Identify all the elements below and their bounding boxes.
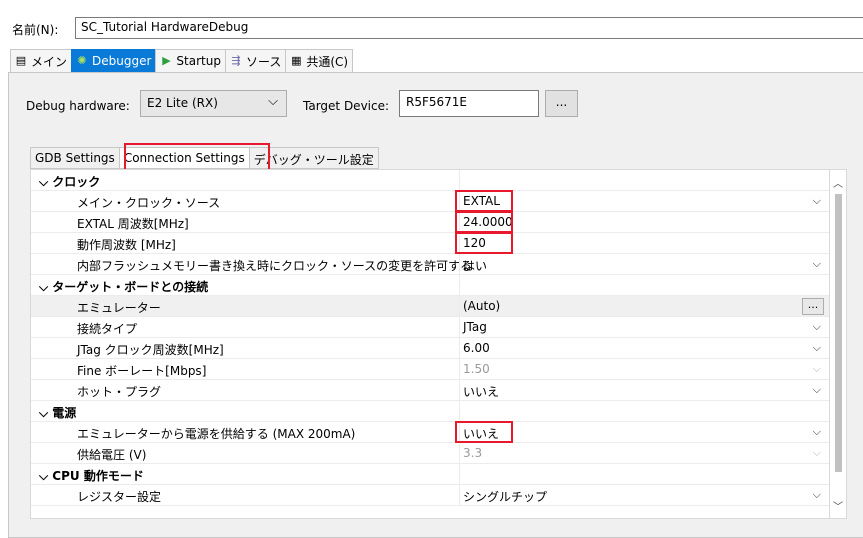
jtag-freq-label: JTag クロック周波数[MHz] (77, 343, 224, 357)
property-row[interactable]: EXTAL 周波数[MHz] 24.0000 (31, 212, 829, 233)
main-clock-source-value[interactable]: EXTAL (463, 194, 500, 208)
tab-startup[interactable]: ▶ Startup (155, 49, 225, 73)
launch-config-tabs: ▤ メイン ✺ Debugger ▶ Startup ⇶ ソース ▦ 共通(C) (10, 49, 354, 73)
supply-power-value[interactable]: いいえ (463, 425, 499, 442)
chevron-up-icon[interactable]: ︿ (833, 175, 843, 190)
chevron-down-icon: ⌵ (39, 469, 49, 483)
tab-debugger-label: Debugger (92, 54, 152, 68)
name-row: 名前(N): SC_Tutorial HardwareDebug (0, 0, 863, 44)
property-row[interactable]: 接続タイプ JTag ⌵ (31, 317, 829, 338)
category-cpu-mode[interactable]: ⌵ CPU 動作モード (31, 464, 829, 485)
category-cpu-label: CPU 動作モード (52, 469, 144, 483)
target-device-browse-button[interactable]: ... (545, 90, 578, 117)
flash-clock-change-label: 内部フラッシュメモリー書き換え時にクロック・ソースの変更を許可する (77, 259, 473, 273)
extal-freq-value[interactable]: 24.0000 (463, 215, 513, 229)
chevron-down-icon[interactable]: ⌵ (813, 320, 821, 334)
property-grid-scrollbar[interactable]: ︿ ﹀ (830, 169, 847, 519)
hot-plug-label: ホット・プラグ (77, 385, 162, 399)
name-label: 名前(N): (12, 23, 59, 37)
tab-common[interactable]: ▦ 共通(C) (285, 49, 354, 73)
chevron-down-icon: ⌵ (268, 94, 278, 109)
target-device-label: Target Device: (303, 99, 390, 113)
property-row[interactable]: 内部フラッシュメモリー書き換え時にクロック・ソースの変更を許可する はい ⌵ (31, 254, 829, 275)
debug-hardware-label: Debug hardware: (26, 99, 130, 113)
emulator-value[interactable]: (Auto) (463, 299, 500, 313)
property-row[interactable]: メイン・クロック・ソース EXTAL ⌵ (31, 191, 829, 212)
property-row[interactable]: 動作周波数 [MHz] 120 (31, 233, 829, 254)
chevron-down-icon: ⌵ (39, 280, 49, 294)
flash-clock-change-value[interactable]: はい (463, 257, 487, 274)
hot-plug-value[interactable]: いいえ (463, 383, 499, 400)
property-row[interactable]: エミュレーターから電源を供給する (MAX 200mA) いいえ ⌵ (31, 422, 829, 443)
op-freq-value[interactable]: 120 (463, 236, 486, 250)
supply-power-label: エミュレーターから電源を供給する (MAX 200mA) (77, 427, 356, 441)
chevron-down-icon: ⌵ (812, 446, 821, 459)
chevron-down-icon[interactable]: ⌵ (813, 383, 821, 397)
chevron-down-icon: ⌵ (39, 406, 49, 420)
chevron-down-icon[interactable]: ⌵ (813, 194, 821, 208)
chevron-down-icon[interactable]: ⌵ (813, 488, 821, 502)
tab-debug-tool-settings[interactable]: デバッグ・ツール設定 (248, 147, 379, 169)
chevron-down-icon[interactable]: ﹀ (833, 498, 843, 513)
tab-debugger[interactable]: ✺ Debugger (71, 49, 156, 73)
property-row: Fine ボーレート[Mbps] 1.50 ⌵ (31, 359, 829, 380)
property-row: 供給電圧 (V) 3.3 ⌵ (31, 443, 829, 464)
tab-gdb-settings[interactable]: GDB Settings (30, 147, 119, 169)
chevron-down-icon[interactable]: ⌵ (813, 425, 821, 439)
chevron-down-icon: ⌵ (39, 175, 49, 189)
chevron-down-icon[interactable]: ⌵ (813, 341, 821, 355)
name-input[interactable]: SC_Tutorial HardwareDebug (75, 17, 863, 39)
scrollbar-thumb[interactable] (835, 194, 842, 472)
common-icon: ▦ (291, 54, 302, 67)
chevron-down-icon: ⌵ (812, 362, 821, 375)
property-row[interactable]: エミュレーター (Auto) ... (31, 296, 829, 317)
play-icon: ▶ (162, 54, 171, 67)
emulator-label: エミュレーター (77, 301, 161, 315)
fine-baud-label: Fine ボーレート[Mbps] (77, 364, 207, 378)
property-grid: ⌵ クロック メイン・クロック・ソース EXTAL ⌵ EXTAL 周波数[MH… (30, 169, 830, 519)
target-device-input[interactable]: R5F5671E (399, 90, 539, 117)
tab-main-label: メイン (31, 54, 68, 69)
category-target-connection[interactable]: ⌵ ターゲット・ボードとの接続 (31, 275, 829, 296)
property-row[interactable]: JTag クロック周波数[MHz] 6.00 ⌵ (31, 338, 829, 359)
category-clock-label: クロック (52, 175, 101, 189)
main-clock-source-label: メイン・クロック・ソース (77, 196, 221, 210)
tab-source[interactable]: ⇶ ソース (224, 49, 286, 73)
jtag-freq-value[interactable]: 6.00 (463, 341, 490, 355)
debugger-sub-tabs: GDB Settings Connection Settings デバッグ・ツー… (30, 147, 379, 169)
register-setting-value[interactable]: シングルチップ (463, 488, 547, 505)
document-icon: ▤ (15, 54, 27, 67)
connection-type-label: 接続タイプ (77, 322, 138, 336)
tab-common-label: 共通(C) (306, 54, 349, 69)
debug-hardware-select[interactable]: E2 Lite (RX) ⌵ (140, 90, 287, 117)
supply-voltage-label: 供給電圧 (V) (77, 448, 147, 462)
chevron-down-icon[interactable]: ⌵ (813, 257, 821, 271)
connection-type-value[interactable]: JTag (463, 320, 487, 334)
bug-icon: ✺ (77, 54, 87, 67)
source-icon: ⇶ (231, 54, 241, 67)
emulator-browse-button[interactable]: ... (802, 298, 824, 315)
extal-freq-label: EXTAL 周波数[MHz] (77, 217, 189, 231)
tab-main[interactable]: ▤ メイン (10, 49, 72, 73)
op-freq-label: 動作周波数 [MHz] (77, 238, 176, 252)
property-row[interactable]: レジスター設定 シングルチップ ⌵ (31, 485, 829, 506)
supply-voltage-value: 3.3 (463, 446, 483, 460)
category-power-label: 電源 (52, 406, 77, 420)
fine-baud-value: 1.50 (463, 362, 490, 376)
debug-hardware-value: E2 Lite (RX) (147, 96, 218, 110)
category-target-label: ターゲット・ボードとの接続 (52, 280, 209, 294)
category-power[interactable]: ⌵ 電源 (31, 401, 829, 422)
tab-startup-label: Startup (176, 54, 221, 68)
category-clock[interactable]: ⌵ クロック (31, 170, 829, 191)
register-setting-label: レジスター設定 (77, 490, 162, 504)
tab-connection-settings[interactable]: Connection Settings (118, 147, 249, 169)
tab-source-label: ソース (245, 54, 282, 69)
property-row[interactable]: ホット・プラグ いいえ ⌵ (31, 380, 829, 401)
